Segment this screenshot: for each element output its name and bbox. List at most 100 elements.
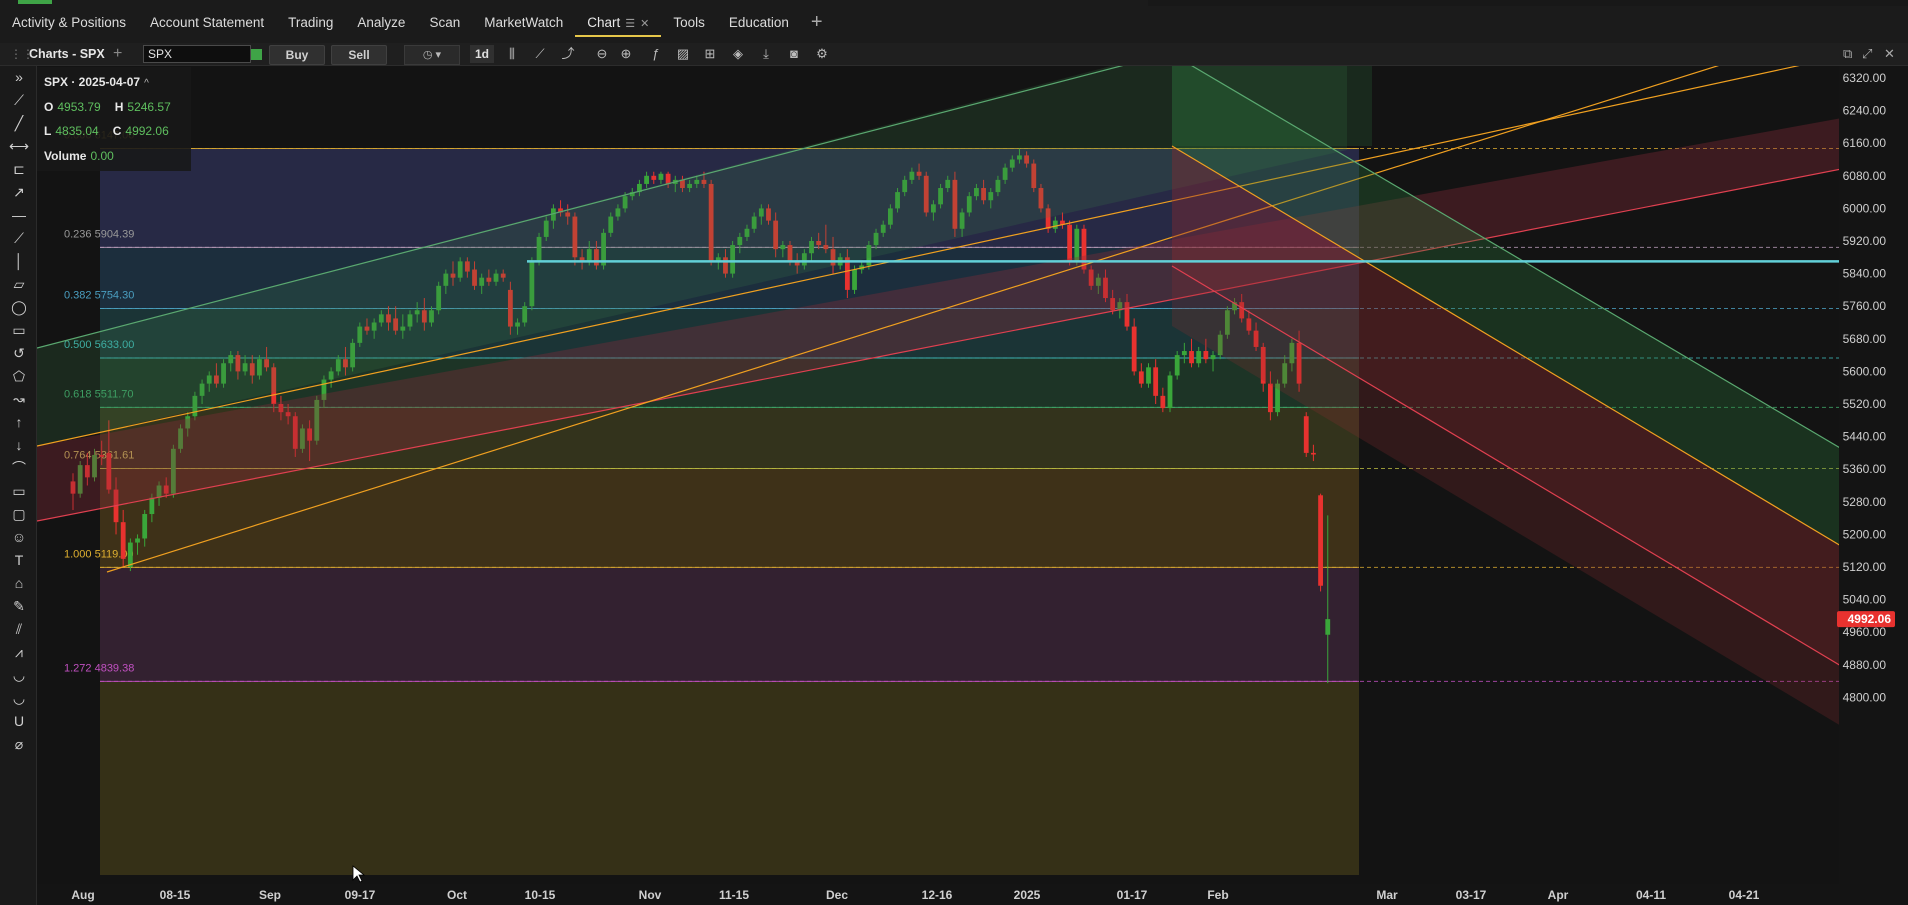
collapse-caret-icon[interactable]: ^ — [144, 78, 149, 89]
price-axis — [1839, 66, 1908, 905]
formula-icon[interactable]: ƒ — [646, 45, 666, 63]
trendline-icon[interactable]: ⟋ — [8, 90, 30, 110]
price-tick-label: 4800.00 — [1843, 690, 1887, 704]
drawing-icon[interactable]: ⟋ — [530, 45, 550, 63]
tab-activity-positions[interactable]: Activity & Positions — [0, 9, 138, 37]
buy-button[interactable]: Buy — [269, 45, 325, 65]
candle-body — [135, 538, 140, 543]
hamburger-icon[interactable]: ☰ — [625, 18, 635, 30]
ellipse-icon[interactable]: ◯ — [8, 297, 30, 317]
gann-fan-icon[interactable]: ⩘ — [8, 642, 30, 662]
candle-body — [651, 175, 657, 180]
expand-tools-icon[interactable]: » — [8, 67, 30, 87]
vertical-line-icon[interactable]: │ — [8, 251, 30, 271]
brush-icon[interactable]: ⌀ — [8, 734, 30, 754]
comment-icon[interactable]: ▢ — [8, 504, 30, 524]
arrow-up-icon[interactable]: ↑ — [8, 412, 30, 432]
open-label: O — [44, 100, 54, 114]
link-color-indicator[interactable] — [251, 49, 262, 60]
fib-level-label: 0.382 5754.30 — [64, 290, 134, 302]
pitchfork-icon[interactable]: ⫽ — [8, 619, 30, 639]
cycle-icon[interactable]: ◡ — [8, 665, 30, 685]
timeframe-button[interactable]: 1d — [470, 45, 494, 63]
time-tick-label: 03-17 — [1456, 888, 1487, 902]
close-panel-icon[interactable]: ✕ — [1884, 45, 1895, 63]
channel-icon[interactable]: ▱ — [8, 274, 30, 294]
open-value: 4953.79 — [57, 100, 101, 114]
tab-account-statement[interactable]: Account Statement — [138, 9, 276, 37]
arc-icon[interactable]: ↺ — [8, 343, 30, 363]
time-tick-label: Apr — [1548, 888, 1569, 902]
tab-trading[interactable]: Trading — [276, 9, 345, 37]
price-chart[interactable]: 0.000 6147.000.236 5904.390.382 5754.300… — [37, 66, 1908, 905]
camera-icon[interactable]: ◙ — [784, 45, 804, 63]
price-tick-label: 4880.00 — [1843, 658, 1887, 672]
download-icon[interactable]: ⤓ — [756, 45, 776, 63]
paint-icon[interactable]: ⌂ — [8, 573, 30, 593]
candle-body — [1210, 355, 1216, 360]
time-tick-label: 08-15 — [160, 888, 191, 902]
tab-analyze[interactable]: Analyze — [345, 9, 417, 37]
time-tick-label: 11-15 — [719, 888, 749, 902]
price-tick-label: 5520.00 — [1843, 397, 1887, 411]
symbol-input[interactable] — [143, 45, 251, 63]
price-tick-label: 5040.00 — [1843, 593, 1887, 607]
candle-body — [149, 497, 155, 515]
chart-style-icon[interactable]: ⫼ — [502, 45, 522, 63]
time-range-select[interactable]: ◷ ▾ — [404, 45, 460, 65]
add-chart-icon[interactable]: + — [113, 45, 122, 63]
tab-chart[interactable]: Chart ☰ ✕ — [575, 9, 662, 37]
detach-window-icon[interactable]: ⧉ — [1843, 45, 1852, 63]
candle-body — [1189, 351, 1194, 364]
add-tab-button[interactable]: + — [801, 9, 833, 37]
curve-icon[interactable]: ⌒ — [8, 458, 30, 478]
candle-body — [1153, 367, 1159, 396]
candle-body — [852, 269, 857, 290]
ray-icon[interactable]: ╱ — [8, 113, 30, 133]
studies-icon[interactable]: ⤴ — [558, 45, 578, 63]
drawing-tools-sidebar: » ⟋ ╱ ⟷ ⊏ ↗ — ⟋ │ ▱ ◯ ▭ ↺ ⬠ ↝ ↑ ↓ ⌒ ▭ ▢ … — [0, 66, 37, 905]
layers-icon[interactable]: ◈ — [728, 45, 748, 63]
cycle-lines-icon[interactable]: ◡ — [8, 688, 30, 708]
fib-tool-icon[interactable]: ⊏ — [8, 159, 30, 179]
magnet-icon[interactable]: U — [8, 711, 30, 731]
price-tick-label: 6080.00 — [1843, 169, 1887, 183]
smiley-icon[interactable]: ☺ — [8, 527, 30, 547]
polygon-icon[interactable]: ⬠ — [8, 366, 30, 386]
account-strip — [1148, 0, 1908, 6]
sell-button[interactable]: Sell — [331, 45, 387, 65]
pencil-line-icon[interactable]: ⟋ — [8, 228, 30, 248]
tab-scan[interactable]: Scan — [417, 9, 472, 37]
zoom-out-icon[interactable]: ⊖ — [592, 45, 612, 63]
image-icon[interactable]: ▨ — [673, 45, 693, 63]
candle-body — [1138, 371, 1144, 384]
tab-tools[interactable]: Tools — [661, 9, 717, 37]
horizontal-line-icon[interactable]: — — [8, 205, 30, 225]
layout-icon[interactable]: ⊞ — [700, 45, 720, 63]
arrow-down-icon[interactable]: ↓ — [8, 435, 30, 455]
maximize-icon[interactable]: ⤢ — [1862, 45, 1872, 63]
low-label: L — [44, 124, 52, 138]
close-icon[interactable]: ✕ — [640, 18, 649, 30]
tab-marketwatch[interactable]: MarketWatch — [472, 9, 575, 37]
candle-body — [1267, 383, 1273, 413]
eraser-icon[interactable]: ✎ — [8, 596, 30, 616]
zoom-in-icon[interactable]: ⊕ — [616, 45, 636, 63]
fib-zone — [100, 681, 1359, 875]
rectangle-icon[interactable]: ▭ — [8, 320, 30, 340]
extended-line-icon[interactable]: ⟷ — [8, 136, 30, 156]
candle-body — [1196, 351, 1202, 364]
path-icon[interactable]: ↝ — [8, 389, 30, 409]
arrow-line-icon[interactable]: ↗ — [8, 182, 30, 202]
candle-body — [142, 514, 148, 539]
candle-body — [1074, 228, 1080, 262]
callout-icon[interactable]: ▭ — [8, 481, 30, 501]
price-tick-label: 5760.00 — [1843, 299, 1887, 313]
ohlc-legend: SPX · 2025-04-07 ^ O 4953.79 H 5246.57 L 4835… — [37, 67, 191, 171]
text-icon[interactable]: T — [8, 550, 30, 570]
candle-body — [1052, 220, 1058, 229]
time-tick-label: Dec — [826, 888, 848, 902]
gear-icon[interactable]: ⚙ — [812, 45, 832, 63]
top-nav-bar: Activity & Positions Account Statement T… — [0, 0, 1908, 45]
tab-education[interactable]: Education — [717, 9, 801, 37]
